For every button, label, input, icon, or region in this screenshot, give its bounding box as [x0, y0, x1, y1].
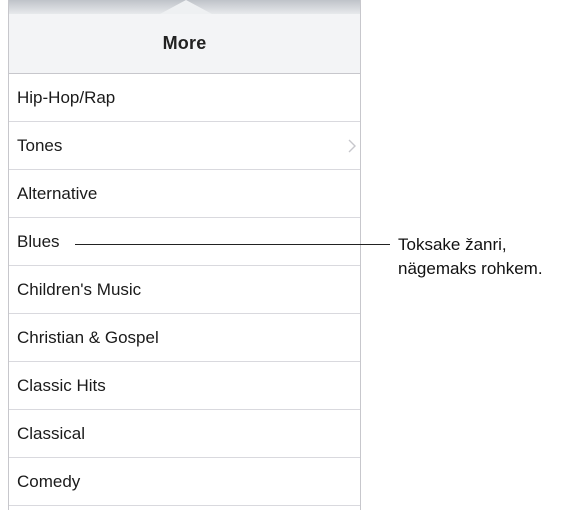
screen: More Hip-Hop/Rap Tones Alternative Blues…	[0, 0, 567, 510]
callout-leader-line	[75, 244, 390, 245]
genre-item-label: Christian & Gospel	[17, 327, 159, 347]
genre-item-hip-hop-rap[interactable]: Hip-Hop/Rap	[9, 74, 360, 122]
genre-item-classical[interactable]: Classical	[9, 410, 360, 458]
chevron-right-icon	[348, 139, 356, 153]
callout-line-1: Toksake žanri,	[398, 235, 507, 254]
popover-title: More	[162, 33, 207, 53]
genre-item-label: Classic Hits	[17, 375, 106, 395]
callout-line-2: nägemaks rohkem.	[398, 259, 543, 278]
genre-item-label: Tones	[17, 135, 63, 155]
genre-item-christian-gospel[interactable]: Christian & Gospel	[9, 314, 360, 362]
genre-item-blues[interactable]: Blues	[9, 218, 360, 266]
popover-header: More	[9, 14, 360, 74]
genre-list: Hip-Hop/Rap Tones Alternative Blues Chil…	[9, 74, 360, 506]
genre-item-label: Alternative	[17, 183, 98, 203]
callout-text: Toksake žanri, nägemaks rohkem.	[398, 233, 563, 281]
genre-item-label: Classical	[17, 423, 86, 443]
genre-item-label: Comedy	[17, 471, 81, 491]
genre-item-childrens-music[interactable]: Children's Music	[9, 266, 360, 314]
genre-item-classic-hits[interactable]: Classic Hits	[9, 362, 360, 410]
more-popover: More Hip-Hop/Rap Tones Alternative Blues…	[8, 0, 361, 510]
genre-item-label: Hip-Hop/Rap	[17, 87, 116, 107]
genre-item-label: Blues	[17, 231, 60, 251]
genre-item-alternative[interactable]: Alternative	[9, 170, 360, 218]
genre-item-label: Children's Music	[17, 279, 142, 299]
genre-item-tones[interactable]: Tones	[9, 122, 360, 170]
popover-arrow	[160, 0, 212, 14]
genre-item-comedy[interactable]: Comedy	[9, 458, 360, 506]
